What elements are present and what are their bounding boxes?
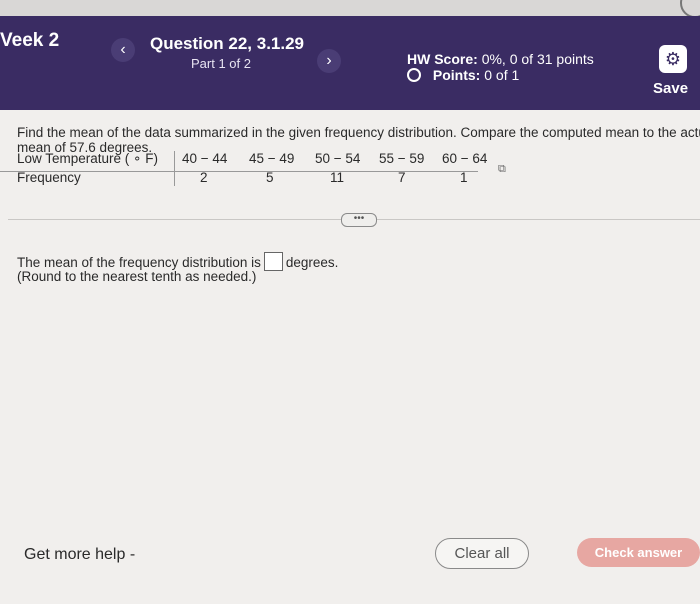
class-55-59: 55 − 59 (379, 151, 425, 166)
save-button[interactable]: Save (653, 80, 688, 97)
points: Points: 0 of 1 (407, 67, 519, 83)
gear-icon[interactable]: ⚙ (659, 45, 687, 73)
hw-score: HW Score: 0%, 0 of 31 points (407, 51, 594, 67)
hw-score-value: 0%, 0 of 31 points (481, 51, 594, 67)
mean-answer-input[interactable] (263, 252, 283, 271)
frequency-45-49: 5 (266, 170, 274, 185)
week-title: Veek 2 (0, 30, 60, 51)
clear-all-button[interactable]: Clear all (435, 538, 529, 569)
frequency-60-64: 1 (460, 170, 468, 185)
points-value: 0 of 1 (484, 67, 520, 83)
table-row-divider (0, 171, 478, 172)
answer-suffix: degrees. (285, 255, 339, 270)
points-label: Points: (432, 67, 481, 83)
class-45-49: 45 − 49 (249, 151, 295, 166)
frequency-55-59: 7 (398, 170, 406, 185)
more-options-button[interactable]: ••• (341, 213, 377, 227)
top-strip (0, 0, 700, 16)
next-question-button[interactable]: › (317, 49, 341, 73)
rounding-note: (Round to the nearest tenth as needed.) (17, 269, 257, 284)
row-label-temperature: Low Temperature ( ∘ F) (17, 151, 158, 166)
get-more-help-button[interactable]: Get more help - (24, 546, 135, 564)
row-label-frequency: Frequency (17, 170, 81, 185)
copy-icon[interactable]: ⧉ (498, 163, 506, 176)
class-50-54: 50 − 54 (315, 151, 361, 166)
check-answer-button[interactable]: Check answer (577, 538, 700, 567)
question-part: Part 1 of 2 (191, 56, 251, 71)
class-40-44: 40 − 44 (182, 151, 228, 166)
frequency-50-54: 11 (330, 170, 345, 185)
answer-prefix: The mean of the frequency distribution i… (17, 255, 261, 270)
table-column-divider (174, 151, 175, 186)
question-title: Question 22, 3.1.29 (150, 34, 305, 53)
hw-score-label: HW Score: (407, 51, 478, 67)
class-60-64: 60 − 64 (442, 151, 488, 166)
previous-question-button[interactable]: ‹ (111, 38, 135, 62)
header-bar: Veek 2 ‹ Question 22, 3.1.29 Part 1 of 2… (0, 16, 700, 110)
points-circle-icon (407, 68, 421, 82)
frequency-40-44: 2 (200, 170, 208, 185)
